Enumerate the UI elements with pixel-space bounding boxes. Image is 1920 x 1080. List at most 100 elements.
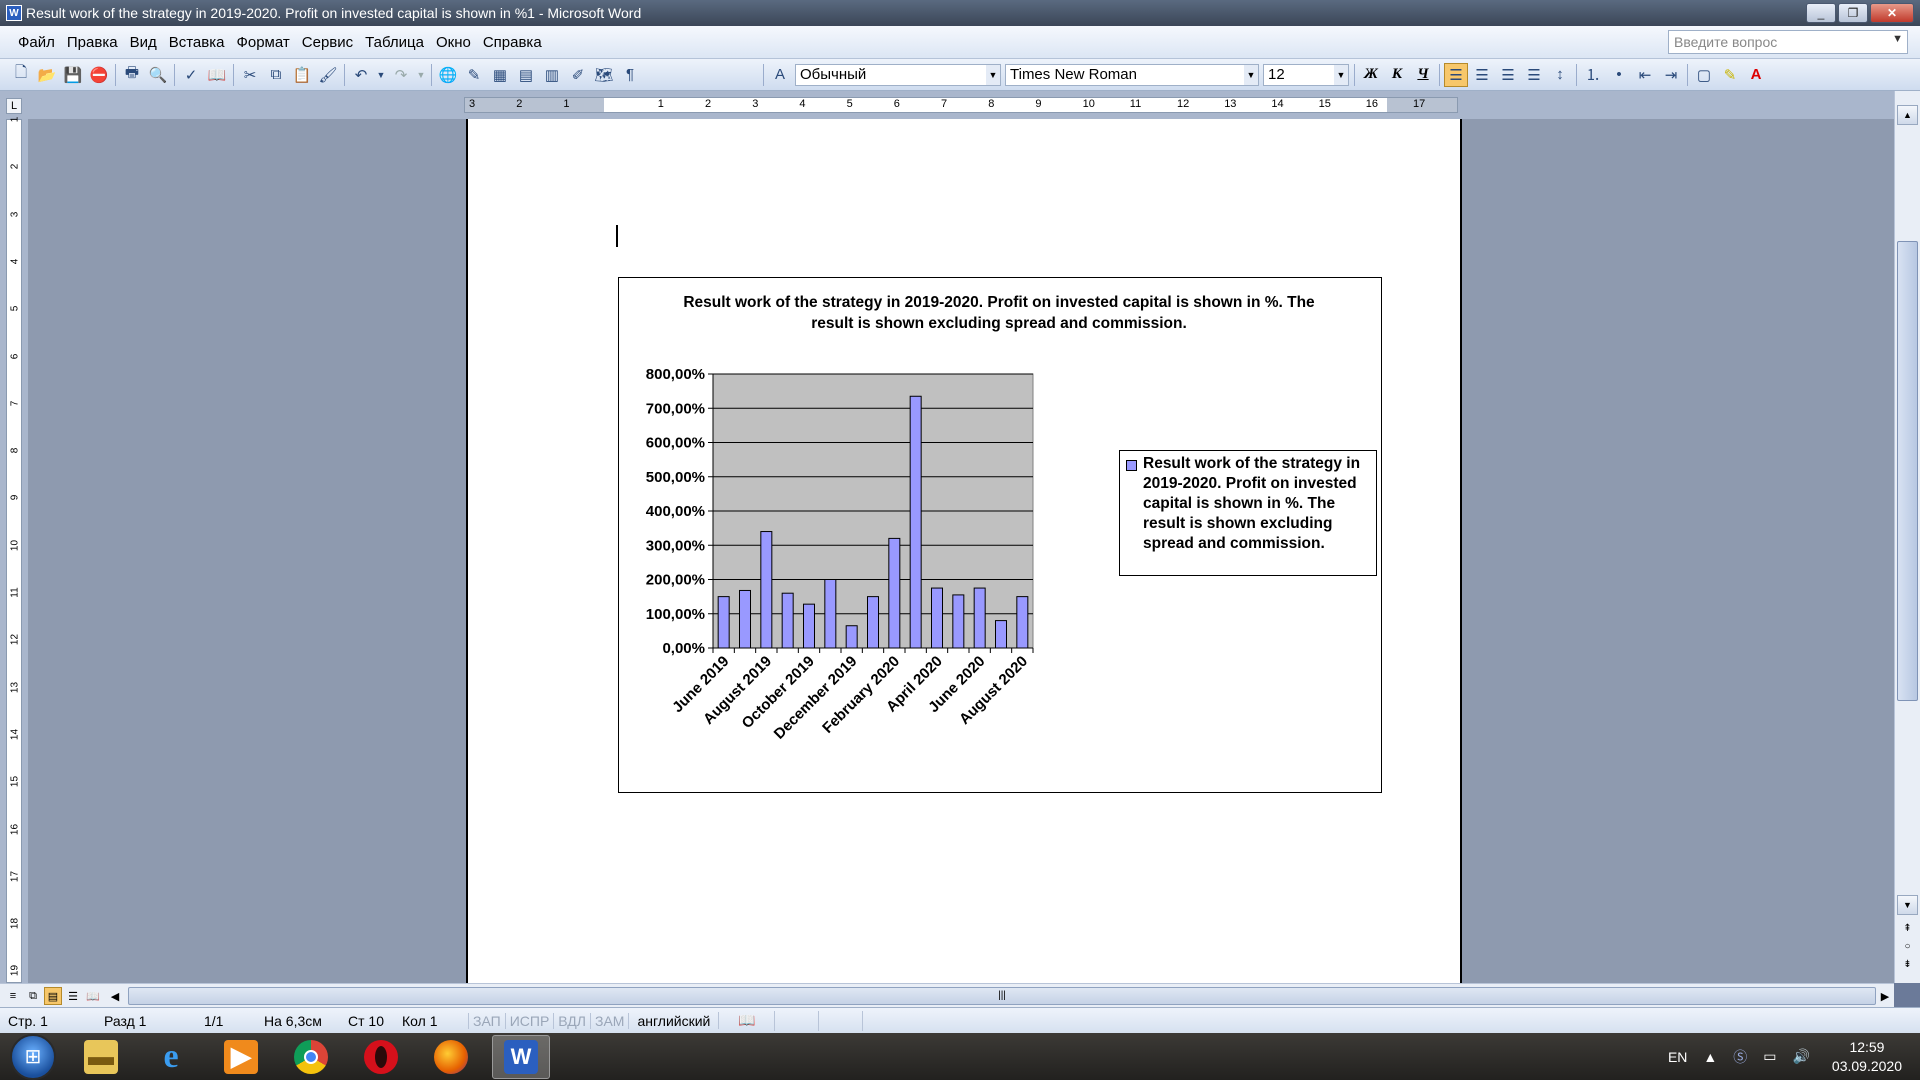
format-painter-icon[interactable]: 🖌 <box>316 63 340 87</box>
horizontal-ruler[interactable]: L 3 2 1 1 2 3 4 5 6 7 8 9 10 11 12 13 14 15 16 17 <box>0 91 1920 119</box>
underline-button[interactable]: Ч <box>1411 63 1435 87</box>
status-ext[interactable]: ВДЛ <box>553 1012 590 1029</box>
align-center-icon[interactable]: ☰ <box>1470 63 1494 87</box>
menu-table[interactable]: Таблица <box>359 34 430 51</box>
media-player-icon[interactable]: ▶ <box>212 1035 270 1079</box>
chevron-down-icon[interactable]: ▼ <box>1244 64 1258 85</box>
start-button[interactable]: ⊞ <box>10 1033 56 1080</box>
align-right-icon[interactable]: ☰ <box>1496 63 1520 87</box>
embedded-chart[interactable]: Result work of the strategy in 2019-2020… <box>618 277 1382 793</box>
status-ovr[interactable]: ЗАМ <box>589 1012 628 1029</box>
document-page[interactable]: Result work of the strategy in 2019-2020… <box>466 119 1462 983</box>
menu-tools[interactable]: Сервис <box>296 34 359 51</box>
next-page-icon[interactable]: ⇟ <box>1897 959 1918 977</box>
show-hidden-icons-icon[interactable]: ▲ <box>1703 1049 1717 1065</box>
document-map-icon[interactable]: 🗺 <box>592 63 616 87</box>
word-app-icon[interactable]: W <box>6 5 22 21</box>
align-left-icon[interactable]: ☰ <box>1444 62 1468 87</box>
numbering-icon[interactable]: ⒈ <box>1581 63 1605 87</box>
menu-file[interactable]: Файл <box>12 34 61 51</box>
reading-view-icon[interactable]: 📖 <box>84 987 102 1005</box>
vertical-scrollbar[interactable]: ▲ ▼ ⇞ ○ ⇟ <box>1894 91 1920 983</box>
explorer-icon[interactable]: ▬ <box>72 1035 130 1079</box>
normal-view-icon[interactable]: ≡ <box>4 987 22 1005</box>
ask-question-input[interactable]: Введите вопрос ▼ <box>1668 30 1908 54</box>
minimize-button[interactable]: _ <box>1806 3 1836 23</box>
web-view-icon[interactable]: ⧉ <box>24 987 42 1005</box>
outline-view-icon[interactable]: ☰ <box>64 987 82 1005</box>
cut-icon[interactable]: ✂ <box>238 63 262 87</box>
menu-format[interactable]: Формат <box>230 34 295 51</box>
bold-button[interactable]: Ж <box>1359 63 1383 87</box>
menu-help[interactable]: Справка <box>477 34 548 51</box>
line-spacing-icon[interactable]: ↕ <box>1548 63 1572 87</box>
opera-icon[interactable] <box>352 1035 410 1079</box>
decrease-indent-icon[interactable]: ⇤ <box>1633 63 1657 87</box>
print-preview-icon[interactable]: 🔍 <box>146 63 170 87</box>
redo-dropdown-icon[interactable]: ▼ <box>415 63 427 87</box>
scroll-thumb[interactable] <box>1897 241 1918 701</box>
drawing-icon[interactable]: ✐ <box>566 63 590 87</box>
vertical-ruler[interactable]: 1234567891011121314151617181920 <box>0 117 28 1024</box>
italic-button[interactable]: К <box>1385 63 1409 87</box>
highlight-icon[interactable]: ✎ <box>1718 63 1742 87</box>
undo-dropdown-icon[interactable]: ▼ <box>375 63 387 87</box>
scroll-up-icon[interactable]: ▲ <box>1897 105 1918 125</box>
show-hide-paragraph-icon[interactable]: ¶ <box>618 63 642 87</box>
status-rec[interactable]: ЗАП <box>468 1012 505 1029</box>
scroll-down-icon[interactable]: ▼ <box>1897 895 1918 915</box>
menu-edit[interactable]: Правка <box>61 34 124 51</box>
permission-icon[interactable]: ⛔ <box>87 63 111 87</box>
borders-icon[interactable]: ▢ <box>1692 63 1716 87</box>
language-indicator[interactable]: EN <box>1668 1049 1687 1065</box>
chevron-down-icon[interactable]: ▼ <box>986 64 1000 85</box>
word-icon[interactable]: W <box>492 1034 550 1079</box>
clock[interactable]: 12:59 03.09.2020 <box>1832 1038 1902 1076</box>
paste-icon[interactable]: 📋 <box>290 63 314 87</box>
redo-icon[interactable]: ↷ <box>389 63 413 87</box>
research-icon[interactable]: 📖 <box>205 63 229 87</box>
ie-icon[interactable]: e <box>142 1035 200 1079</box>
firefox-icon[interactable] <box>422 1035 480 1079</box>
restore-button[interactable]: ❐ <box>1838 3 1868 23</box>
previous-page-icon[interactable]: ⇞ <box>1897 923 1918 941</box>
status-trk[interactable]: ИСПР <box>504 1012 554 1029</box>
browse-object-icon[interactable]: ○ <box>1897 941 1918 959</box>
styles-pane-icon[interactable]: A <box>768 63 792 87</box>
bullets-icon[interactable]: • <box>1607 63 1631 87</box>
increase-indent-icon[interactable]: ⇥ <box>1659 63 1683 87</box>
skype-icon[interactable]: Ⓢ <box>1733 1047 1747 1067</box>
undo-icon[interactable]: ↶ <box>349 63 373 87</box>
chevron-down-icon[interactable]: ▼ <box>1892 33 1903 45</box>
menu-insert[interactable]: Вставка <box>163 34 231 51</box>
justify-icon[interactable]: ☰ <box>1522 63 1546 87</box>
font-select[interactable]: Times New Roman ▼ <box>1005 63 1259 86</box>
network-icon[interactable]: ▭ <box>1763 1048 1776 1065</box>
status-language[interactable]: английский <box>628 1012 718 1029</box>
scroll-left-icon[interactable]: ◀ <box>106 987 124 1005</box>
columns-icon[interactable]: ▥ <box>540 63 564 87</box>
spelling-status-icon[interactable]: 📖 <box>718 1012 774 1029</box>
close-button[interactable]: ✕ <box>1870 3 1914 23</box>
insert-table-icon[interactable]: ▦ <box>488 63 512 87</box>
menu-window[interactable]: Окно <box>430 34 477 51</box>
tables-borders-icon[interactable]: ✎ <box>462 63 486 87</box>
insert-excel-icon[interactable]: ▤ <box>514 63 538 87</box>
open-folder-icon[interactable]: 📂 <box>35 63 59 87</box>
scroll-right-icon[interactable]: ▶ <box>1876 987 1894 1005</box>
font-size-select[interactable]: 12 ▼ <box>1263 63 1349 86</box>
menu-view[interactable]: Вид <box>124 34 163 51</box>
horizontal-scroll-thumb[interactable]: ||| <box>128 987 1876 1005</box>
hyperlink-icon[interactable]: 🌐 <box>436 63 460 87</box>
save-icon[interactable]: 💾 <box>61 63 85 87</box>
volume-icon[interactable]: 🔊 <box>1792 1048 1809 1065</box>
chrome-icon[interactable] <box>282 1035 340 1079</box>
style-select[interactable]: Обычный ▼ <box>795 63 1001 86</box>
copy-icon[interactable]: ⧉ <box>264 63 288 87</box>
font-color-icon[interactable]: A <box>1744 63 1768 87</box>
spelling-icon[interactable]: ✓ <box>179 63 203 87</box>
print-layout-view-icon[interactable]: ▤ <box>44 987 62 1005</box>
chevron-down-icon[interactable]: ▼ <box>1334 64 1348 85</box>
print-icon[interactable]: 🖶 <box>120 63 144 87</box>
new-document-icon[interactable]: 🗋 <box>9 63 33 87</box>
